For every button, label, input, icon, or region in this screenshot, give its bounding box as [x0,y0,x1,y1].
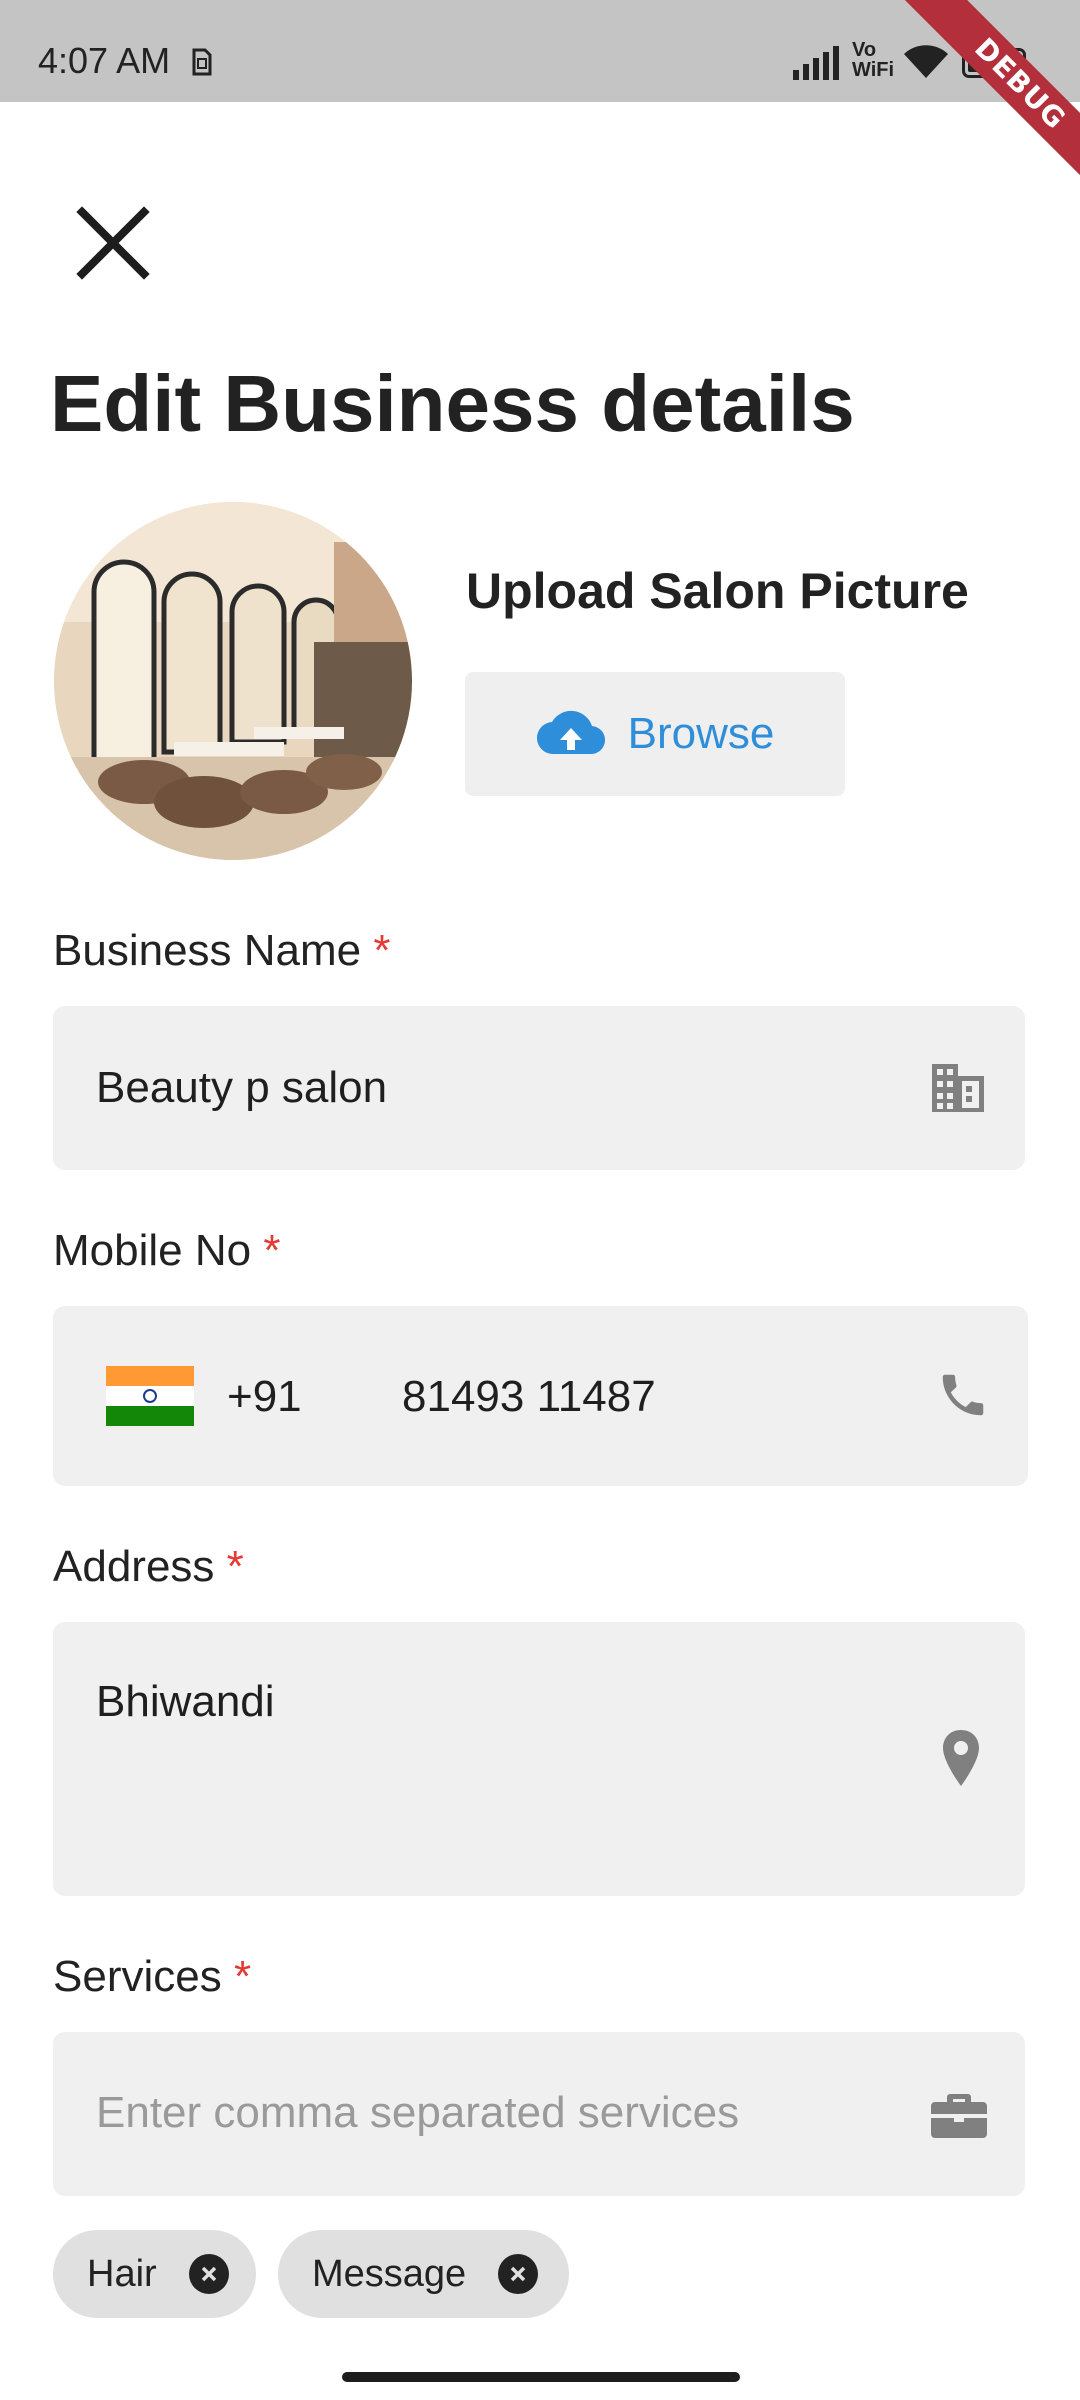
chip-label: Hair [87,2252,157,2295]
address-label: Address * [53,1542,244,1591]
required-marker: * [226,1542,244,1591]
india-flag-icon[interactable] [106,1366,194,1426]
required-marker: * [233,1952,252,2001]
wifi-icon [904,45,948,78]
services-placeholder: Enter comma separated services [96,2088,740,2137]
remove-chip-icon[interactable] [188,2254,229,2294]
home-indicator[interactable] [342,2372,740,2382]
vowifi-icon: Vo WiFi [852,39,895,81]
status-bar: 4:07 AM Vo WiFi 67 [0,0,1080,102]
services-field[interactable]: Enter comma separated services [53,2032,1025,2196]
required-marker: * [373,926,391,975]
status-time: 4:07 AM [38,40,171,81]
page-title: Edit Business details [50,359,855,448]
service-chip: Message [278,2230,569,2318]
service-chip: Hair [53,2230,256,2318]
sim-card-icon [192,48,212,76]
browse-label: Browse [627,709,775,758]
salon-avatar [54,502,412,860]
upload-picture-label: Upload Salon Picture [466,563,969,619]
cloud-upload-icon [536,710,605,755]
signal-icon [793,46,839,80]
briefcase-icon [931,2094,987,2138]
remove-chip-icon[interactable] [498,2254,539,2294]
business-name-label: Business Name * [53,926,391,975]
phone-icon [942,1374,984,1416]
mobile-label: Mobile No * [53,1226,281,1275]
vowifi-bottom-label: WiFi [852,59,895,81]
vowifi-top-label: Vo [852,39,877,61]
browse-button[interactable]: Browse [465,672,845,796]
country-code[interactable]: +91 [227,1372,302,1422]
address-field[interactable]: Bhiwandi [53,1622,1025,1896]
services-label: Services * [53,1952,252,2001]
business-name-field[interactable]: Beauty p salon [53,1006,1025,1170]
required-marker: * [263,1226,281,1275]
address-value: Bhiwandi [96,1677,275,1726]
chip-label: Message [312,2252,467,2295]
location-pin-icon [943,1730,979,1786]
mobile-field[interactable]: +91 81493 11487 [53,1306,1028,1486]
building-icon [932,1064,984,1112]
business-name-value: Beauty p salon [96,1063,388,1112]
close-icon[interactable] [70,200,156,286]
mobile-value: 81493 11487 [402,1372,656,1421]
